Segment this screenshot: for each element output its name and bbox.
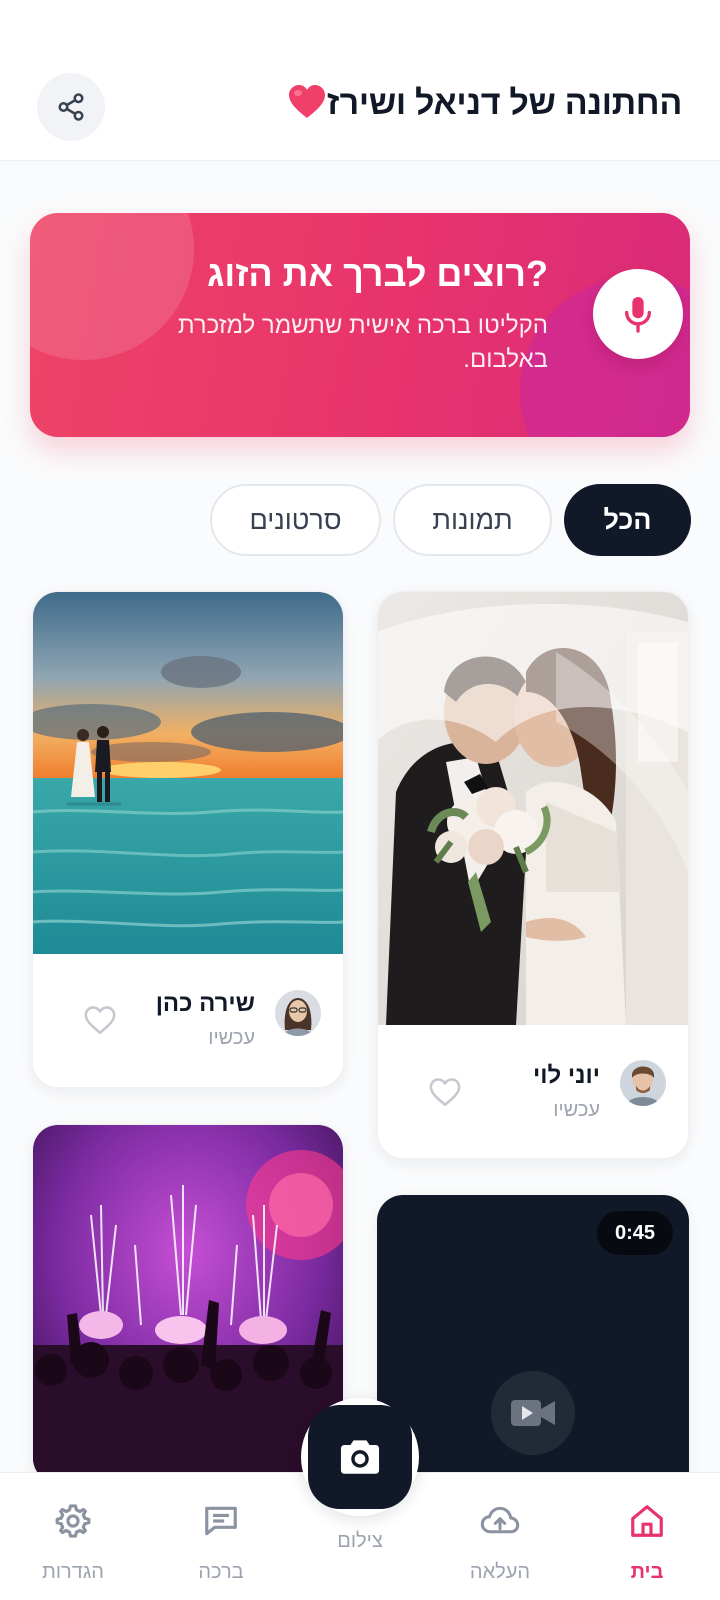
camera-button-inner [308,1405,412,1509]
nav-greeting[interactable]: ברכה [166,1473,276,1600]
share-button[interactable] [37,73,105,141]
avatar [620,1060,666,1106]
nav-settings-label: הגדרות [42,1561,104,1583]
heart-icon[interactable] [83,1004,117,1036]
app-header: החתונה של דניאל ושירז [0,0,720,161]
video-duration: 0:45 [597,1211,673,1255]
author-name: יוני לוי [533,1062,600,1089]
page-title-text: החתונה של דניאל ושירז [326,84,682,122]
camera-icon [340,1440,380,1474]
heart-icon[interactable] [428,1076,462,1108]
feed-card[interactable]: יוני לוי עכשיו [377,591,689,1159]
nav-camera-label: צילום [337,1530,383,1552]
post-time: עכשיו [208,1027,255,1049]
banner-subtitle: הקליטו ברכה אישית שתשמר למזכרת באלבום. [177,312,548,373]
message-icon [205,1506,237,1536]
nav-settings[interactable]: הגדרות [18,1473,128,1600]
nav-home[interactable]: בית [592,1473,702,1600]
bride-groom-veil-kiss-photo[interactable] [378,592,688,1025]
microphone-icon [624,297,652,333]
nav-greeting-label: ברכה [198,1561,244,1583]
nav-home-label: בית [630,1561,664,1583]
cloud-upload-icon [480,1506,520,1534]
page-title: החתונה של דניאל ושירז [285,84,682,123]
record-button[interactable] [593,269,683,359]
filter-photos-chip[interactable]: תמונות [393,484,552,556]
camera-capture-button[interactable] [301,1398,419,1516]
video-card[interactable]: 0:45 [377,1195,689,1515]
couple-beach-sunset-photo[interactable] [33,592,343,954]
heart-emoji-icon [288,85,325,118]
play-video-button[interactable] [491,1371,575,1455]
filter-all-chip[interactable]: הכל [564,484,691,556]
share-icon [58,93,84,121]
banner-title: ?רוצים לברך את הזוג [207,253,548,294]
avatar [275,990,321,1036]
feed-card[interactable] [32,1124,344,1484]
record-greeting-banner[interactable]: ?רוצים לברך את הזוג הקליטו ברכה אישית שת… [30,213,690,437]
author-name: שירה כהן [155,990,255,1017]
gear-icon [55,1504,91,1538]
feed-card[interactable]: שירה כהן עכשיו [32,591,344,1088]
post-time: עכשיו [553,1099,600,1121]
video-camera-icon [511,1400,555,1426]
concert-fireworks-photo[interactable] [33,1125,343,1483]
nav-upload-label: העלאה [469,1561,531,1583]
home-icon [631,1505,663,1537]
filter-videos-chip[interactable]: סרטונים [210,484,381,556]
nav-upload[interactable]: העלאה [445,1473,555,1600]
